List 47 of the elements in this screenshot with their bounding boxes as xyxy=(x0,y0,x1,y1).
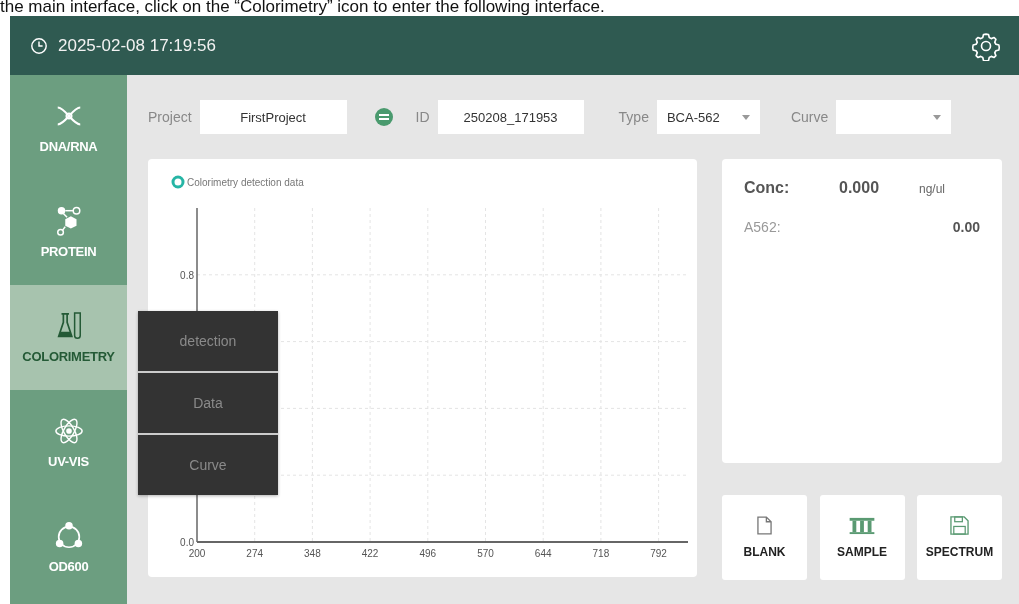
sidebar-item[interactable]: UV-VIS xyxy=(10,390,127,495)
x-tick-label: 200 xyxy=(188,548,206,559)
x-tick-label: 718 xyxy=(592,548,610,559)
id-label: ID xyxy=(415,109,430,125)
project-field[interactable]: FirstProject xyxy=(199,100,347,134)
sample-button[interactable]: SAMPLE xyxy=(819,495,905,580)
menu-item[interactable]: Curve xyxy=(138,433,278,495)
project-label: Project xyxy=(148,109,192,125)
caret-icon xyxy=(741,114,750,120)
x-tick-label: 792 xyxy=(650,548,667,559)
settings-icon[interactable] xyxy=(971,30,1001,61)
caption-text: the main interface, click on the “Colorimetry” icon to enter the following interface. xyxy=(0,0,606,16)
document-icon xyxy=(757,516,772,535)
conc-value: 0.000 xyxy=(839,179,881,197)
y-tick-label: 0.8 xyxy=(180,269,194,281)
sidebar-item[interactable]: OD600 xyxy=(10,495,127,600)
type-dropdown[interactable]: BCA-562 xyxy=(656,100,760,134)
date-time: 2025-02-08 17:19:56 xyxy=(58,35,216,56)
sidebar-item[interactable]: COLORIMETRY xyxy=(10,285,127,390)
sidebar-item[interactable]: DNA/RNA xyxy=(10,75,127,180)
clock-icon xyxy=(30,36,48,55)
test-tube-rack-icon xyxy=(848,516,876,535)
atom-icon xyxy=(53,416,84,446)
curve-label: Curve xyxy=(790,109,829,125)
legend-label: Colorimetry detection data xyxy=(187,177,304,188)
x-tick-label: 274 xyxy=(246,548,264,559)
menu-item[interactable]: Data xyxy=(138,371,278,433)
x-tick-label: 496 xyxy=(419,548,437,559)
absorbance-value: 0.00 xyxy=(951,219,980,235)
conc-unit: ng/ul xyxy=(919,182,946,196)
caret-icon xyxy=(933,114,942,120)
blank-button[interactable]: BLANK xyxy=(722,495,807,580)
save-icon xyxy=(950,516,969,535)
spectrum-button[interactable]: SPECTRUM xyxy=(917,495,1002,580)
nodes-ring-icon xyxy=(53,521,84,551)
id-field[interactable]: 250208_171953 xyxy=(437,100,584,134)
x-tick-label: 348 xyxy=(304,548,321,559)
switch-icon[interactable] xyxy=(373,107,394,127)
sidebar-item[interactable]: PROTEIN xyxy=(10,180,127,285)
type-label: Type xyxy=(618,109,649,125)
x-tick-label: 570 xyxy=(477,548,494,559)
menu-item[interactable]: detection xyxy=(138,311,278,371)
absorbance-label: A562: xyxy=(744,219,782,235)
x-tick-label: 422 xyxy=(361,548,379,559)
y-tick-label: 0.0 xyxy=(180,537,194,548)
conc-label: Conc: xyxy=(744,179,791,197)
x-tick-label: 644 xyxy=(534,548,552,559)
